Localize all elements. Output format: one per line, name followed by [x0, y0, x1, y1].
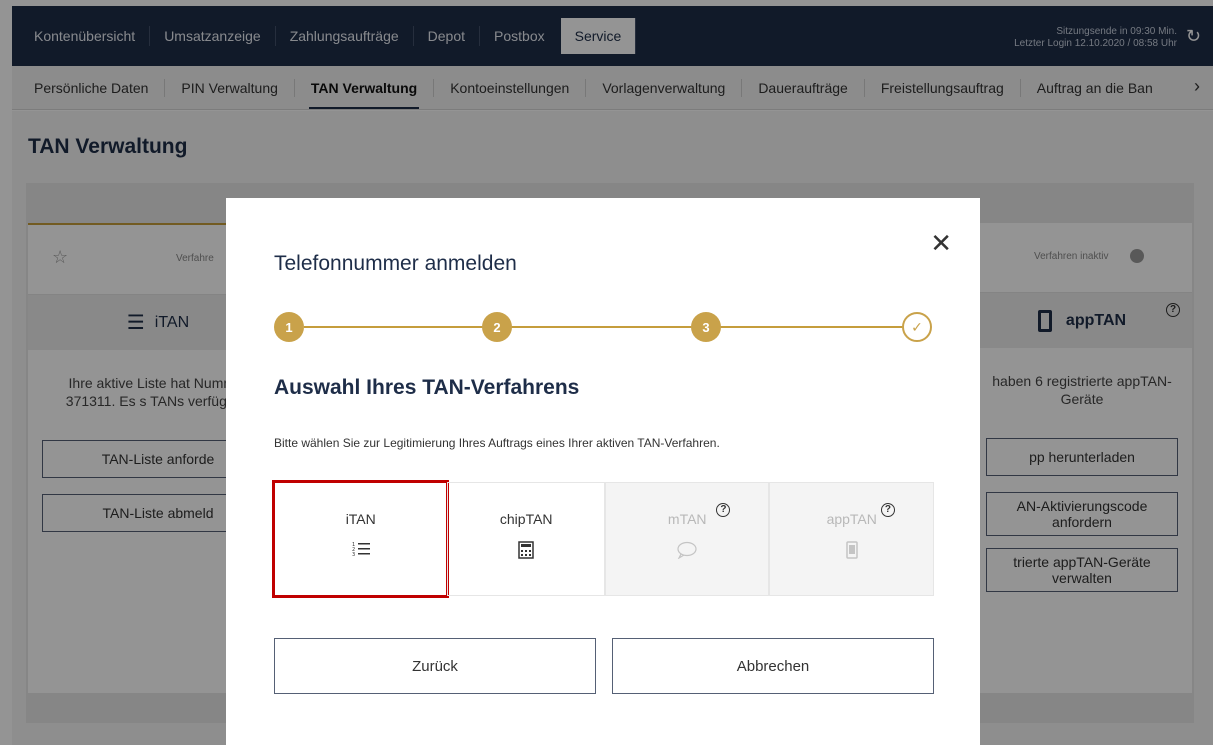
option-apptan-label: appTAN [826, 511, 877, 527]
modal-subtitle: Auswahl Ihres TAN-Verfahrens [274, 376, 580, 399]
register-phone-modal: Telefonnummer anmelden ✕ 1 2 3 ✓ Auswahl… [226, 198, 980, 745]
option-itan[interactable]: iTAN 1 2 3 [271, 480, 450, 598]
close-icon[interactable]: ✕ [930, 230, 952, 256]
option-mtan-label: mTAN [667, 511, 707, 527]
option-mtan[interactable]: mTAN ? [604, 482, 770, 596]
step-2: 2 [482, 312, 512, 342]
list-icon: 1 2 3 [275, 541, 446, 557]
option-itan-label: iTAN [345, 511, 376, 527]
option-apptan[interactable]: appTAN ? [769, 482, 934, 596]
step-3: 3 [691, 312, 721, 342]
sms-icon [606, 541, 769, 559]
option-chiptan-label: chipTAN [499, 511, 553, 527]
option-chiptan[interactable]: chipTAN [447, 482, 605, 596]
svg-text:3: 3 [352, 552, 355, 557]
modal-title: Telefonnummer anmelden [274, 252, 517, 275]
tan-method-options: iTAN 1 2 3 chipTAN mTAN ? appTAN ? [271, 480, 934, 598]
help-icon[interactable]: ? [880, 503, 895, 517]
stepper: 1 2 3 ✓ [274, 312, 946, 342]
calculator-icon [448, 541, 604, 559]
phone-icon [770, 541, 933, 559]
stepper-line [304, 326, 916, 328]
cancel-button[interactable]: Abbrechen [612, 638, 934, 694]
modal-hint: Bitte wählen Sie zur Legitimierung Ihres… [274, 436, 720, 450]
step-complete-check-icon: ✓ [902, 312, 932, 342]
back-button[interactable]: Zurück [274, 638, 596, 694]
step-1: 1 [274, 312, 304, 342]
